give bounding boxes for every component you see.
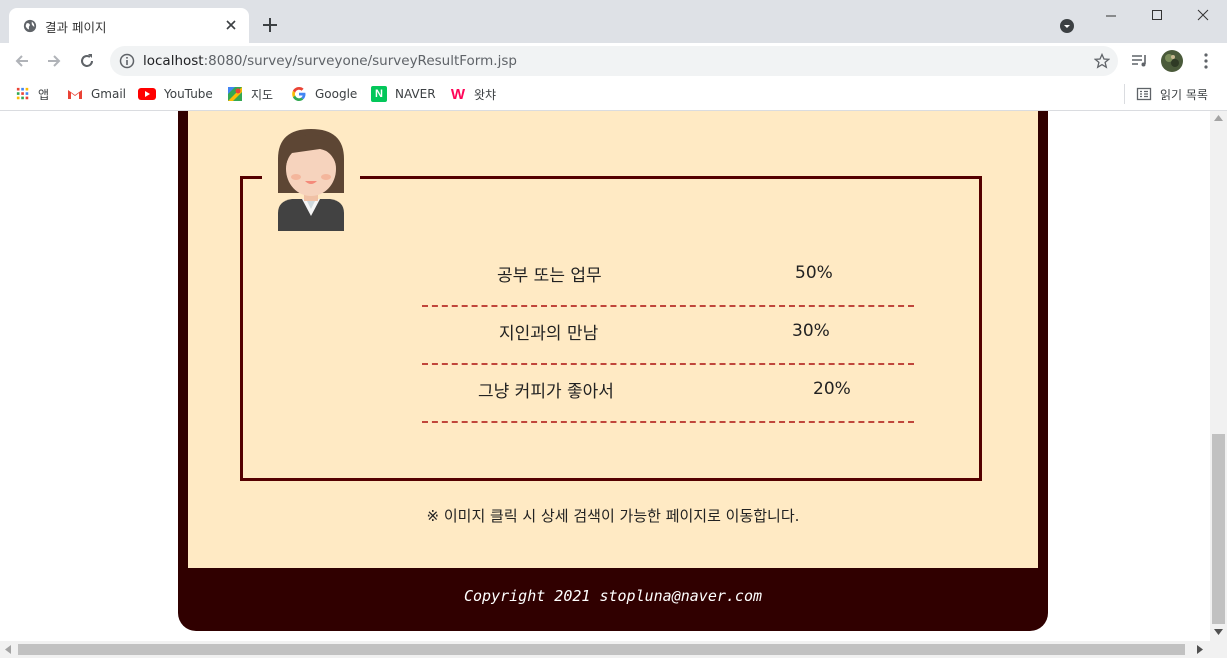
result-percent: 20% bbox=[813, 379, 851, 399]
bookmark-label: Google bbox=[315, 87, 358, 101]
vertical-scroll-thumb[interactable] bbox=[1212, 434, 1225, 624]
close-tab-icon[interactable] bbox=[221, 15, 241, 35]
tab-search-icon[interactable] bbox=[1059, 18, 1075, 34]
bookmark-youtube[interactable]: YouTube bbox=[138, 85, 213, 103]
info-note: ※ 이미지 클릭 시 상세 검색이 가능한 페이지로 이동합니다. bbox=[426, 507, 800, 525]
watcha-icon: W bbox=[450, 85, 466, 103]
bookmark-maps[interactable]: 지도 bbox=[227, 85, 273, 103]
bookmark-label: YouTube bbox=[164, 87, 213, 101]
toolbar: localhost:8080/survey/surveyone/surveyRe… bbox=[0, 43, 1227, 79]
browser-tab[interactable]: 결과 페이지 bbox=[9, 8, 249, 43]
woman-avatar-icon bbox=[278, 129, 344, 231]
google-icon bbox=[292, 87, 306, 101]
horizontal-scroll-thumb[interactable] bbox=[18, 644, 1185, 655]
bookmarks-bar: 앱 Gmail YouTube 지도 Google N NAVER W 왓챠 읽… bbox=[0, 79, 1227, 111]
address-bar[interactable]: localhost:8080/survey/surveyone/surveyRe… bbox=[110, 46, 1118, 76]
bookmark-label: NAVER bbox=[395, 87, 436, 101]
gmail-icon bbox=[68, 90, 82, 99]
result-row: 지인과의 만남 30% bbox=[422, 307, 914, 365]
bookmark-label: Gmail bbox=[91, 87, 127, 101]
result-row: 공부 또는 업무 50% bbox=[422, 249, 914, 307]
bookmark-apps[interactable]: 앱 bbox=[16, 85, 49, 103]
scroll-down-arrow-icon[interactable] bbox=[1214, 629, 1223, 635]
apps-grid-icon bbox=[16, 87, 29, 100]
tab-strip: 결과 페이지 bbox=[0, 0, 1227, 43]
profile-avatar-icon[interactable] bbox=[1161, 50, 1183, 72]
result-label: 공부 또는 업무 bbox=[497, 266, 602, 286]
result-label: 지인과의 만남 bbox=[499, 324, 599, 344]
result-percent: 50% bbox=[795, 263, 833, 283]
avatar-image[interactable] bbox=[262, 121, 360, 231]
result-row: 그냥 커피가 좋아서 20% bbox=[422, 365, 914, 423]
vertical-scrollbar[interactable] bbox=[1210, 111, 1227, 641]
tab-title: 결과 페이지 bbox=[45, 20, 107, 35]
page-viewport: 공부 또는 업무 50% 지인과의 만남 30% 그냥 커피가 좋아서 20% bbox=[0, 111, 1210, 641]
bookmark-star-icon[interactable] bbox=[1094, 53, 1110, 69]
globe-icon bbox=[23, 19, 37, 33]
scroll-left-arrow-icon[interactable] bbox=[5, 645, 11, 654]
bookmark-label: 지도 bbox=[251, 87, 274, 102]
new-tab-icon[interactable] bbox=[260, 15, 280, 35]
bookmarks-divider bbox=[1124, 84, 1125, 104]
maximize-icon[interactable] bbox=[1134, 0, 1180, 30]
copyright-text: Copyright 2021 stopluna@naver.com bbox=[463, 587, 762, 605]
result-percent: 30% bbox=[792, 321, 830, 341]
youtube-icon bbox=[138, 88, 156, 100]
info-icon[interactable] bbox=[119, 53, 135, 69]
horizontal-scrollbar[interactable] bbox=[0, 641, 1227, 658]
reading-list-label: 읽기 목록 bbox=[1160, 87, 1208, 102]
minimize-icon[interactable] bbox=[1088, 0, 1134, 30]
bookmark-gmail[interactable]: Gmail bbox=[67, 85, 126, 103]
bookmark-naver[interactable]: N NAVER bbox=[371, 85, 436, 103]
bookmark-google[interactable]: Google bbox=[291, 85, 357, 103]
close-window-icon[interactable] bbox=[1180, 0, 1226, 30]
url-host: localhost bbox=[143, 53, 204, 69]
result-panel: 공부 또는 업무 50% 지인과의 만남 30% 그냥 커피가 좋아서 20% bbox=[188, 111, 1038, 568]
bookmark-watcha[interactable]: W 왓챠 bbox=[450, 85, 496, 103]
bookmark-label: 앱 bbox=[38, 87, 50, 102]
menu-kebab-icon[interactable] bbox=[1196, 51, 1216, 71]
naver-icon: N bbox=[371, 86, 387, 102]
url-text: localhost:8080/survey/surveyone/surveyRe… bbox=[143, 53, 517, 69]
scroll-right-arrow-icon[interactable] bbox=[1197, 645, 1203, 654]
reload-icon[interactable] bbox=[77, 51, 97, 71]
reading-list-icon bbox=[1136, 87, 1152, 101]
maps-icon bbox=[228, 87, 242, 101]
result-label: 그냥 커피가 좋아서 bbox=[478, 382, 614, 402]
back-icon[interactable] bbox=[12, 51, 32, 71]
forward-icon[interactable] bbox=[44, 51, 64, 71]
scroll-up-arrow-icon[interactable] bbox=[1214, 115, 1223, 121]
url-path: :8080/survey/surveyone/surveyResultForm.… bbox=[203, 53, 517, 69]
result-card: 공부 또는 업무 50% 지인과의 만남 30% 그냥 커피가 좋아서 20% bbox=[178, 111, 1048, 631]
bookmark-label: 왓챠 bbox=[474, 87, 497, 102]
media-control-icon[interactable] bbox=[1130, 51, 1150, 71]
reading-list[interactable]: 읽기 목록 bbox=[1136, 85, 1208, 103]
